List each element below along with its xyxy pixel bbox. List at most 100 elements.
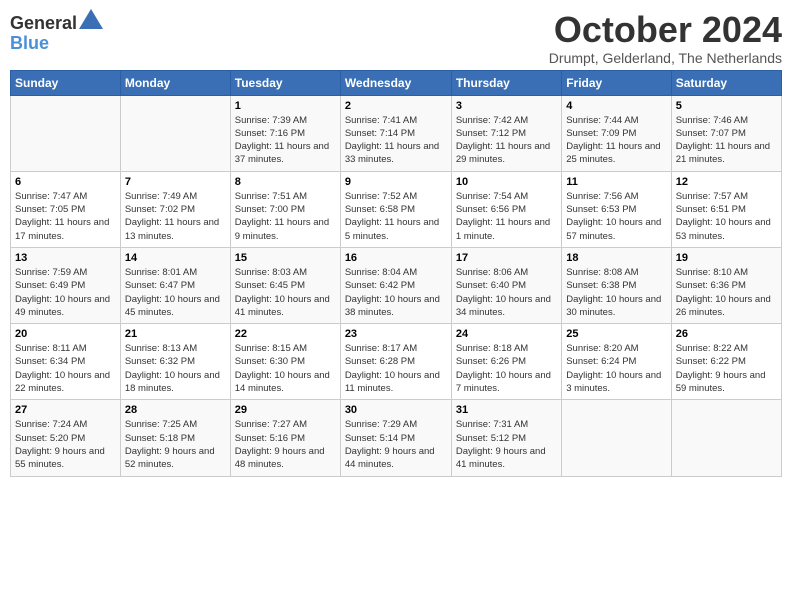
day-number: 18 [566, 252, 666, 264]
day-number: 23 [345, 328, 447, 340]
weekday-header-row: SundayMondayTuesdayWednesdayThursdayFrid… [11, 70, 782, 95]
day-number: 5 [676, 100, 777, 112]
logo: General Blue [10, 14, 103, 54]
calendar-cell: 27Sunrise: 7:24 AMSunset: 5:20 PMDayligh… [11, 400, 121, 476]
page-header: General Blue October 2024 Drumpt, Gelder… [10, 10, 782, 66]
day-number: 28 [125, 404, 226, 416]
day-number: 1 [235, 100, 336, 112]
weekday-header-wednesday: Wednesday [340, 70, 451, 95]
day-number: 11 [566, 176, 666, 188]
calendar-week-row: 27Sunrise: 7:24 AMSunset: 5:20 PMDayligh… [11, 400, 782, 476]
day-detail: Sunrise: 7:51 AMSunset: 7:00 PMDaylight:… [235, 190, 336, 243]
day-detail: Sunrise: 7:29 AMSunset: 5:14 PMDaylight:… [345, 418, 447, 471]
calendar-cell: 24 Sunrise: 8:18 AMSunset: 6:26 PMDayligh… [451, 324, 561, 400]
day-detail: Sunrise: 8:18 AMSunset: 6:26 PMDaylight:… [456, 342, 557, 395]
weekday-header-saturday: Saturday [671, 70, 781, 95]
day-number: 9 [345, 176, 447, 188]
day-detail: Sunrise: 7:56 AMSunset: 6:53 PMDaylight:… [566, 190, 666, 243]
day-detail: Sunrise: 7:54 AMSunset: 6:56 PMDaylight:… [456, 190, 557, 243]
calendar-week-row: 13Sunrise: 7:59 AMSunset: 6:49 PMDayligh… [11, 247, 782, 323]
logo-blue: Blue [10, 33, 49, 53]
day-detail: Sunrise: 7:42 AMSunset: 7:12 PMDaylight:… [456, 114, 557, 167]
day-number: 27 [15, 404, 116, 416]
day-number: 7 [125, 176, 226, 188]
calendar-cell: 17 Sunrise: 8:06 AMSunset: 6:40 PMDayligh… [451, 247, 561, 323]
day-number: 30 [345, 404, 447, 416]
day-number: 29 [235, 404, 336, 416]
calendar-cell: 11 Sunrise: 7:56 AMSunset: 6:53 PMDayligh… [562, 171, 671, 247]
weekday-header-monday: Monday [120, 70, 230, 95]
day-detail: Sunrise: 8:13 AMSunset: 6:32 PMDaylight:… [125, 342, 226, 395]
calendar-cell: 3 Sunrise: 7:42 AMSunset: 7:12 PMDaylight… [451, 95, 561, 171]
day-number: 12 [676, 176, 777, 188]
weekday-header-tuesday: Tuesday [230, 70, 340, 95]
calendar-cell [120, 95, 230, 171]
day-number: 2 [345, 100, 447, 112]
logo-general: General [10, 13, 77, 33]
day-detail: Sunrise: 7:52 AMSunset: 6:58 PMDaylight:… [345, 190, 447, 243]
calendar-week-row: 1 Sunrise: 7:39 AMSunset: 7:16 PMDaylight… [11, 95, 782, 171]
calendar-cell: 20 Sunrise: 8:11 AMSunset: 6:34 PMDayligh… [11, 324, 121, 400]
day-detail: Sunrise: 8:06 AMSunset: 6:40 PMDaylight:… [456, 266, 557, 319]
day-detail: Sunrise: 7:44 AMSunset: 7:09 PMDaylight:… [566, 114, 666, 167]
calendar-cell: 29Sunrise: 7:27 AMSunset: 5:16 PMDayligh… [230, 400, 340, 476]
calendar-week-row: 6Sunrise: 7:47 AMSunset: 7:05 PMDaylight… [11, 171, 782, 247]
day-number: 24 [456, 328, 557, 340]
day-detail: Sunrise: 8:20 AMSunset: 6:24 PMDaylight:… [566, 342, 666, 395]
day-detail: Sunrise: 8:01 AMSunset: 6:47 PMDaylight:… [125, 266, 226, 319]
day-detail: Sunrise: 8:22 AMSunset: 6:22 PMDaylight:… [676, 342, 777, 395]
calendar-cell: 5 Sunrise: 7:46 AMSunset: 7:07 PMDaylight… [671, 95, 781, 171]
day-number: 15 [235, 252, 336, 264]
calendar-cell: 26 Sunrise: 8:22 AMSunset: 6:22 PMDayligh… [671, 324, 781, 400]
day-detail: Sunrise: 7:59 AMSunset: 6:49 PMDaylight:… [15, 266, 116, 319]
day-detail: Sunrise: 8:03 AMSunset: 6:45 PMDaylight:… [235, 266, 336, 319]
day-number: 21 [125, 328, 226, 340]
day-detail: Sunrise: 7:25 AMSunset: 5:18 PMDaylight:… [125, 418, 226, 471]
day-number: 14 [125, 252, 226, 264]
weekday-header-friday: Friday [562, 70, 671, 95]
day-detail: Sunrise: 7:41 AMSunset: 7:14 PMDaylight:… [345, 114, 447, 167]
day-detail: Sunrise: 7:31 AMSunset: 5:12 PMDaylight:… [456, 418, 557, 471]
calendar-cell: 7Sunrise: 7:49 AMSunset: 7:02 PMDaylight… [120, 171, 230, 247]
logo-icon [79, 9, 103, 29]
calendar-table: SundayMondayTuesdayWednesdayThursdayFrid… [10, 70, 782, 477]
weekday-header-sunday: Sunday [11, 70, 121, 95]
location: Drumpt, Gelderland, The Netherlands [549, 50, 782, 66]
calendar-cell: 22 Sunrise: 8:15 AMSunset: 6:30 PMDayligh… [230, 324, 340, 400]
day-number: 26 [676, 328, 777, 340]
calendar-cell: 14 Sunrise: 8:01 AMSunset: 6:47 PMDayligh… [120, 247, 230, 323]
month-title: October 2024 [549, 10, 782, 50]
day-detail: Sunrise: 7:47 AMSunset: 7:05 PMDaylight:… [15, 190, 116, 243]
calendar-cell: 28 Sunrise: 7:25 AMSunset: 5:18 PMDayligh… [120, 400, 230, 476]
calendar-cell: 21 Sunrise: 8:13 AMSunset: 6:32 PMDayligh… [120, 324, 230, 400]
day-number: 17 [456, 252, 557, 264]
day-detail: Sunrise: 7:46 AMSunset: 7:07 PMDaylight:… [676, 114, 777, 167]
calendar-cell: 13Sunrise: 7:59 AMSunset: 6:49 PMDayligh… [11, 247, 121, 323]
calendar-cell: 10 Sunrise: 7:54 AMSunset: 6:56 PMDayligh… [451, 171, 561, 247]
day-detail: Sunrise: 8:08 AMSunset: 6:38 PMDaylight:… [566, 266, 666, 319]
day-detail: Sunrise: 8:10 AMSunset: 6:36 PMDaylight:… [676, 266, 777, 319]
calendar-cell [562, 400, 671, 476]
day-detail: Sunrise: 8:15 AMSunset: 6:30 PMDaylight:… [235, 342, 336, 395]
calendar-cell: 4 Sunrise: 7:44 AMSunset: 7:09 PMDaylight… [562, 95, 671, 171]
weekday-header-thursday: Thursday [451, 70, 561, 95]
day-number: 3 [456, 100, 557, 112]
calendar-cell: 2 Sunrise: 7:41 AMSunset: 7:14 PMDaylight… [340, 95, 451, 171]
day-number: 19 [676, 252, 777, 264]
calendar-cell: 8 Sunrise: 7:51 AMSunset: 7:00 PMDaylight… [230, 171, 340, 247]
day-number: 4 [566, 100, 666, 112]
day-number: 8 [235, 176, 336, 188]
calendar-cell: 16Sunrise: 8:04 AMSunset: 6:42 PMDayligh… [340, 247, 451, 323]
calendar-cell: 19 Sunrise: 8:10 AMSunset: 6:36 PMDayligh… [671, 247, 781, 323]
calendar-cell: 6Sunrise: 7:47 AMSunset: 7:05 PMDaylight… [11, 171, 121, 247]
calendar-cell [11, 95, 121, 171]
day-number: 10 [456, 176, 557, 188]
day-detail: Sunrise: 8:11 AMSunset: 6:34 PMDaylight:… [15, 342, 116, 395]
day-number: 22 [235, 328, 336, 340]
calendar-cell: 12 Sunrise: 7:57 AMSunset: 6:51 PMDayligh… [671, 171, 781, 247]
day-detail: Sunrise: 7:57 AMSunset: 6:51 PMDaylight:… [676, 190, 777, 243]
calendar-cell: 18 Sunrise: 8:08 AMSunset: 6:38 PMDayligh… [562, 247, 671, 323]
day-detail: Sunrise: 8:17 AMSunset: 6:28 PMDaylight:… [345, 342, 447, 395]
day-detail: Sunrise: 7:39 AMSunset: 7:16 PMDaylight:… [235, 114, 336, 167]
day-number: 20 [15, 328, 116, 340]
